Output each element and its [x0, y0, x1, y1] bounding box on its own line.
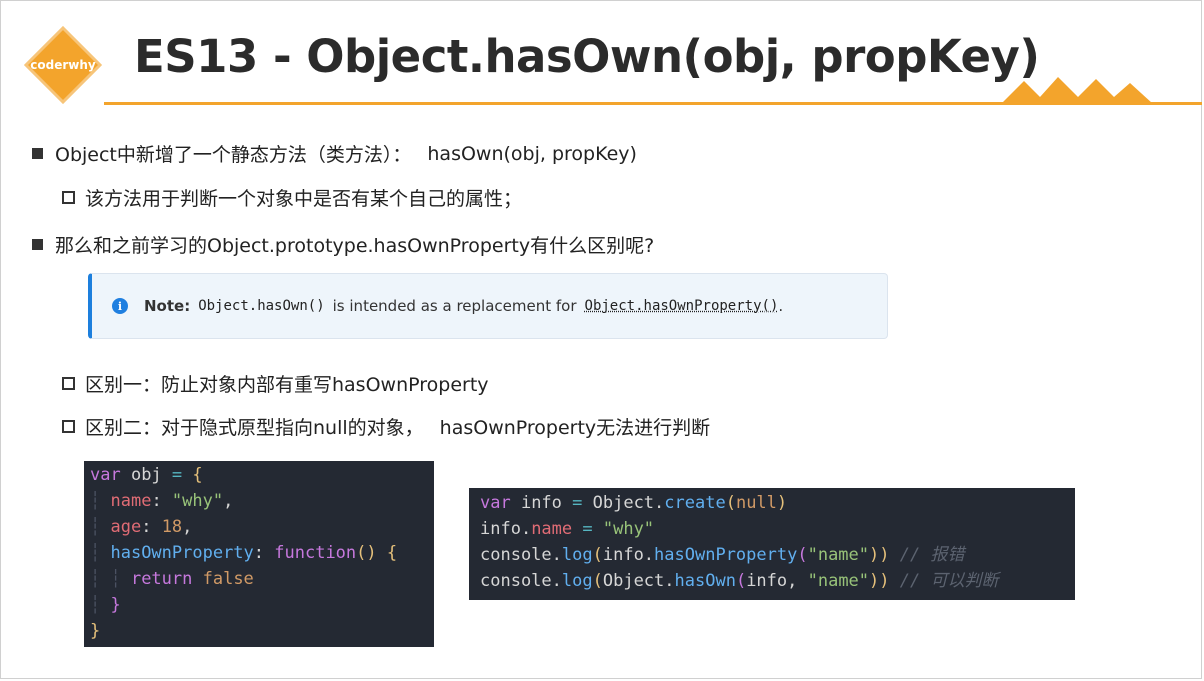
mountain-decoration-icon	[1002, 77, 1152, 103]
note-code: Object.hasOwn()	[198, 298, 325, 314]
code-line: console.log(Object.hasOwn(info, "name"))…	[480, 571, 999, 591]
code-line: ┆ age: 18,	[90, 517, 193, 537]
code-line: }	[90, 621, 101, 641]
info-icon: i	[112, 298, 128, 314]
code-line: ┆ hasOwnProperty: function() {	[90, 543, 398, 563]
diff-2: 区别二：对于隐式原型指向null的对象， hasOwnProperty无法进行判…	[62, 413, 710, 440]
code-line: var obj = {	[90, 465, 203, 485]
code-line: ┆ }	[90, 595, 121, 615]
note-link[interactable]: Object.hasOwnProperty()	[585, 298, 779, 314]
mdn-note-box: i Note: Object.hasOwn() is intended as a…	[88, 273, 888, 339]
bullet-2: 那么和之前学习的Object.prototype.hasOwnProperty有…	[32, 231, 654, 258]
logo-text: coderwhy	[30, 58, 96, 72]
code-line: ┆ ┆ return false	[90, 569, 254, 589]
bullet-marker	[32, 148, 43, 159]
code-line: var info = Object.create(null)	[480, 493, 788, 513]
coderwhy-logo: coderwhy	[24, 26, 102, 104]
bullet-1-sub-text: 该方法用于判断一个对象中是否有某个自己的属性；	[85, 188, 523, 210]
bullet-1-text: Object中新增了一个静态方法（类方法）：	[55, 144, 412, 166]
code-line: info.name = "why"	[480, 519, 655, 539]
code-line: console.log(info.hasOwnProperty("name"))…	[480, 545, 965, 565]
sub-bullet-marker	[62, 420, 75, 433]
diff-1-text: 区别一：防止对象内部有重写hasOwnProperty	[85, 374, 489, 396]
bullet-1-code: hasOwn(obj, propKey)	[427, 142, 637, 165]
diff-1: 区别一：防止对象内部有重写hasOwnProperty	[62, 370, 489, 397]
sub-bullet-marker	[62, 377, 75, 390]
code-block-override: var obj = { ┆ name: "why", ┆ age: 18, ┆ …	[84, 461, 434, 647]
bullet-1-sub: 该方法用于判断一个对象中是否有某个自己的属性；	[62, 184, 522, 211]
bullet-marker	[32, 239, 43, 250]
page-title: ES13 - Object.hasOwn(obj, propKey)	[134, 30, 1040, 83]
bullet-1: Object中新增了一个静态方法（类方法）： hasOwn(obj, propK…	[32, 140, 637, 167]
diff-2-text: 区别二：对于隐式原型指向null的对象，	[85, 417, 424, 439]
bullet-2-text: 那么和之前学习的Object.prototype.hasOwnProperty有…	[55, 235, 655, 257]
diff-2-code: hasOwnProperty无法进行判断	[439, 417, 711, 439]
sub-bullet-marker	[62, 191, 75, 204]
code-line: ┆ name: "why",	[90, 491, 234, 511]
note-text: is intended as a replacement for	[332, 297, 577, 315]
note-label: Note:	[144, 297, 191, 315]
note-end: .	[778, 297, 784, 315]
code-block-null-prototype: var info = Object.create(null) info.name…	[469, 488, 1075, 600]
